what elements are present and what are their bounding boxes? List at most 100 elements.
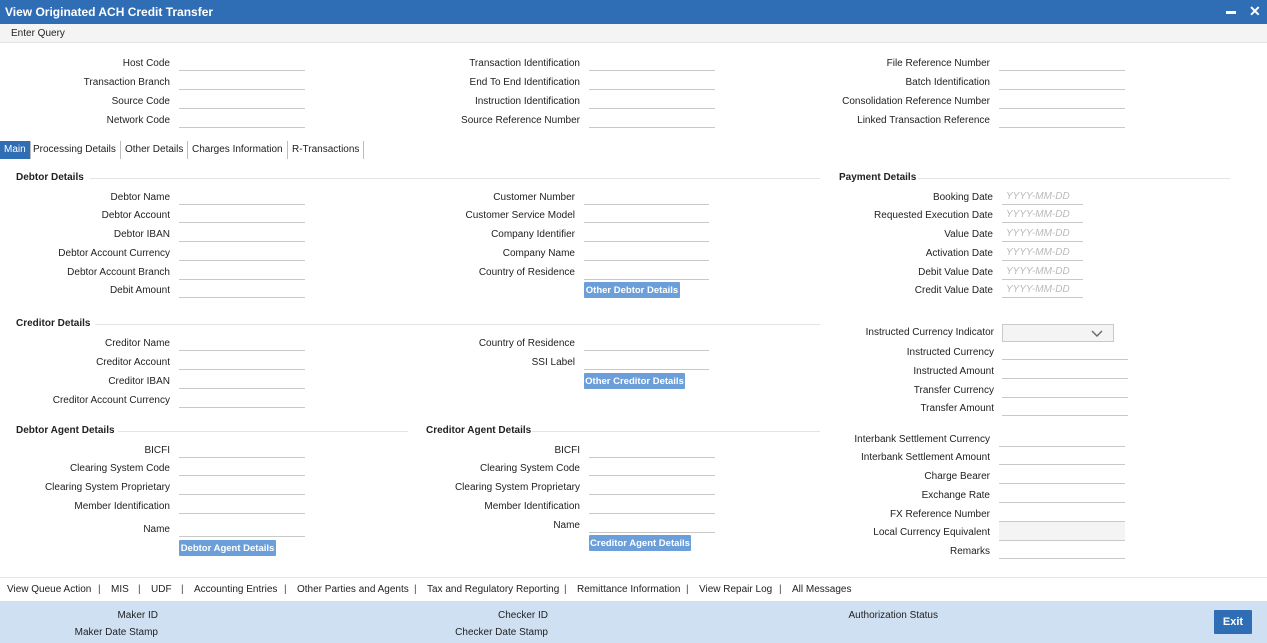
value-date-field[interactable] [1002, 226, 1083, 242]
tab-r-transactions[interactable]: R-Transactions [288, 141, 365, 159]
interbank-settlement-amount-field[interactable] [999, 449, 1125, 465]
link-udf[interactable]: UDF [151, 584, 172, 595]
credit-value-date-field[interactable] [1002, 282, 1083, 298]
debtor-agent-details-button[interactable]: Debtor Agent Details [179, 540, 276, 556]
batch-identification-label: Batch Identification [905, 77, 991, 88]
customer-number-field[interactable] [584, 189, 709, 205]
customer-service-model-field[interactable] [584, 207, 709, 223]
end-to-end-identification-field[interactable] [589, 74, 715, 90]
link-separator: | [564, 584, 567, 595]
tab-processing-details[interactable]: Processing Details [29, 141, 121, 159]
local-currency-equivalent-label: Local Currency Equivalent [873, 527, 990, 538]
tab-other-details[interactable]: Other Details [121, 141, 189, 159]
host-code-field[interactable] [179, 55, 305, 71]
batch-identification-field[interactable] [999, 74, 1125, 90]
debtor-agent-member-identification-field[interactable] [179, 498, 305, 514]
consolidation-reference-number-field[interactable] [999, 93, 1125, 109]
debtor-account-branch-field[interactable] [179, 264, 305, 280]
creditor-account-field[interactable] [179, 354, 305, 370]
instructed-amount-field[interactable] [1002, 363, 1128, 379]
tab-charges-information[interactable]: Charges Information [188, 141, 288, 159]
instructed-currency-field[interactable] [1002, 344, 1128, 360]
debtor-country-of-residence-field[interactable] [584, 264, 709, 280]
enter-query-menu[interactable]: Enter Query [11, 28, 65, 39]
end-to-end-identification-label: End To End Identification [469, 77, 580, 88]
creditor-agent-name-label: Name [553, 520, 580, 531]
transfer-currency-field[interactable] [1002, 382, 1128, 398]
creditor-agent-clearing-system-proprietary-field[interactable] [589, 479, 715, 495]
activation-date-field[interactable] [1002, 245, 1083, 261]
creditor-country-of-residence-label: Country of Residence [478, 338, 575, 349]
requested-execution-date-label: Requested Execution Date [874, 210, 993, 221]
activation-date-label: Activation Date [925, 248, 993, 259]
link-mis[interactable]: MIS [111, 584, 129, 595]
creditor-country-of-residence-field[interactable] [584, 335, 709, 351]
customer-number-label: Customer Number [493, 192, 575, 203]
creditor-agent-member-identification-field[interactable] [589, 498, 715, 514]
other-debtor-details-button[interactable]: Other Debtor Details [584, 282, 680, 298]
creditor-account-currency-field[interactable] [179, 392, 305, 408]
transaction-branch-field[interactable] [179, 74, 305, 90]
debtor-agent-clearing-system-code-field[interactable] [179, 460, 305, 476]
link-tax-and-regulatory-reporting[interactable]: Tax and Regulatory Reporting [427, 584, 559, 595]
interbank-settlement-currency-label: Interbank Settlement Currency [854, 434, 990, 445]
debtor-name-field[interactable] [179, 189, 305, 205]
creditor-agent-details-button[interactable]: Creditor Agent Details [589, 535, 691, 551]
local-currency-equivalent-field[interactable] [999, 522, 1125, 541]
link-separator: | [98, 584, 101, 595]
ssi-label-field[interactable] [584, 354, 709, 370]
linked-transaction-reference-field[interactable] [999, 112, 1125, 128]
booking-date-field[interactable] [1002, 189, 1083, 205]
creditor-agent-details-divider [532, 431, 820, 432]
interbank-settlement-currency-field[interactable] [999, 431, 1125, 447]
close-icon[interactable]: ✕ [1249, 3, 1261, 20]
link-remittance-information[interactable]: Remittance Information [577, 584, 680, 595]
creditor-iban-field[interactable] [179, 373, 305, 389]
transaction-identification-field[interactable] [589, 55, 715, 71]
debtor-agent-name-field[interactable] [179, 521, 305, 537]
creditor-agent-name-field[interactable] [589, 517, 715, 533]
debtor-agent-bicfi-field[interactable] [179, 442, 305, 458]
debtor-agent-bicfi-label: BICFI [144, 445, 170, 456]
checker-date-stamp-label: Checker Date Stamp [455, 627, 548, 638]
link-view-queue-action[interactable]: View Queue Action [7, 584, 91, 595]
file-reference-number-field[interactable] [999, 55, 1125, 71]
debit-value-date-label: Debit Value Date [918, 267, 993, 278]
company-name-field[interactable] [584, 245, 709, 261]
fx-reference-number-field[interactable] [999, 506, 1125, 522]
link-all-messages[interactable]: All Messages [792, 584, 851, 595]
source-code-field[interactable] [179, 93, 305, 109]
link-view-repair-log[interactable]: View Repair Log [699, 584, 772, 595]
host-code-label: Host Code [122, 58, 170, 69]
debtor-account-currency-field[interactable] [179, 245, 305, 261]
debtor-account-field[interactable] [179, 207, 305, 223]
file-reference-number-label: File Reference Number [886, 58, 990, 69]
debtor-agent-details-title: Debtor Agent Details [16, 425, 115, 436]
remarks-field[interactable] [999, 543, 1125, 559]
transfer-amount-field[interactable] [1002, 400, 1128, 416]
payment-details-divider [918, 178, 1230, 179]
minimize-icon[interactable]: ▬ [1226, 6, 1236, 17]
charge-bearer-field[interactable] [999, 468, 1125, 484]
link-separator: | [284, 584, 287, 595]
creditor-name-field[interactable] [179, 335, 305, 351]
company-identifier-field[interactable] [584, 226, 709, 242]
requested-execution-date-field[interactable] [1002, 207, 1083, 223]
network-code-field[interactable] [179, 112, 305, 128]
creditor-agent-clearing-system-code-field[interactable] [589, 460, 715, 476]
debtor-iban-field[interactable] [179, 226, 305, 242]
debit-value-date-field[interactable] [1002, 264, 1083, 280]
link-accounting-entries[interactable]: Accounting Entries [194, 584, 277, 595]
other-creditor-details-button[interactable]: Other Creditor Details [584, 373, 685, 389]
transfer-currency-label: Transfer Currency [913, 385, 994, 396]
exchange-rate-field[interactable] [999, 487, 1125, 503]
source-reference-number-field[interactable] [589, 112, 715, 128]
instructed-currency-indicator-select[interactable] [1002, 324, 1114, 342]
exit-button[interactable]: Exit [1214, 610, 1252, 634]
link-other-parties-and-agents[interactable]: Other Parties and Agents [297, 584, 409, 595]
creditor-agent-bicfi-field[interactable] [589, 442, 715, 458]
instruction-identification-field[interactable] [589, 93, 715, 109]
tab-main[interactable]: Main [0, 141, 31, 159]
debtor-agent-clearing-system-proprietary-field[interactable] [179, 479, 305, 495]
debit-amount-field[interactable] [179, 282, 305, 298]
